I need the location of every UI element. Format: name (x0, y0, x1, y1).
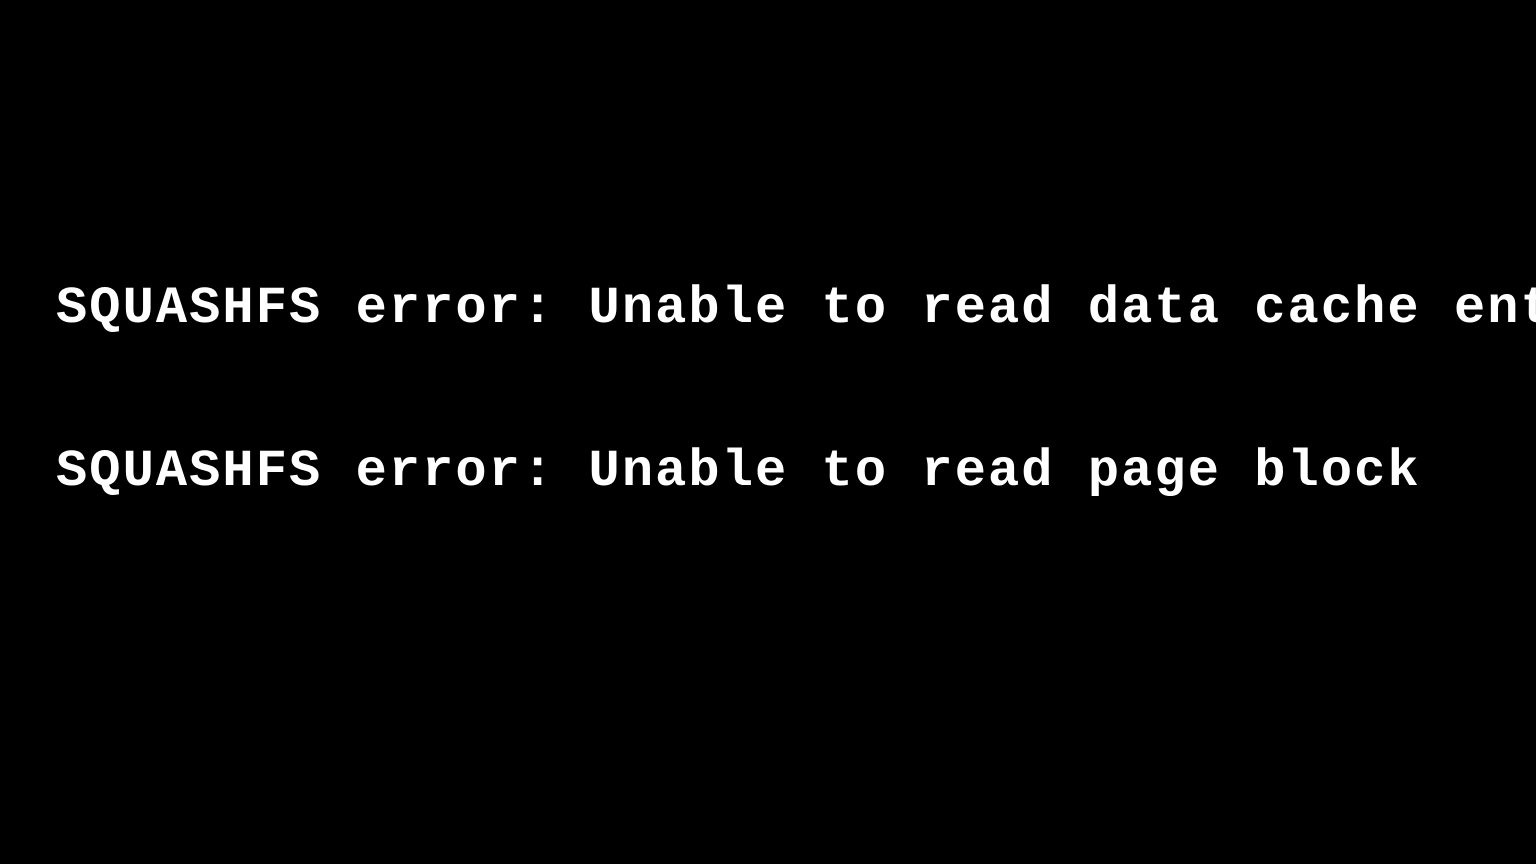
console-output: SQUASHFS error: Unable to read data cach… (0, 0, 1536, 500)
console-line: SQUASHFS error: Unable to read data cach… (56, 280, 1536, 337)
console-line: SQUASHFS error: Unable to read page bloc… (56, 443, 1536, 500)
